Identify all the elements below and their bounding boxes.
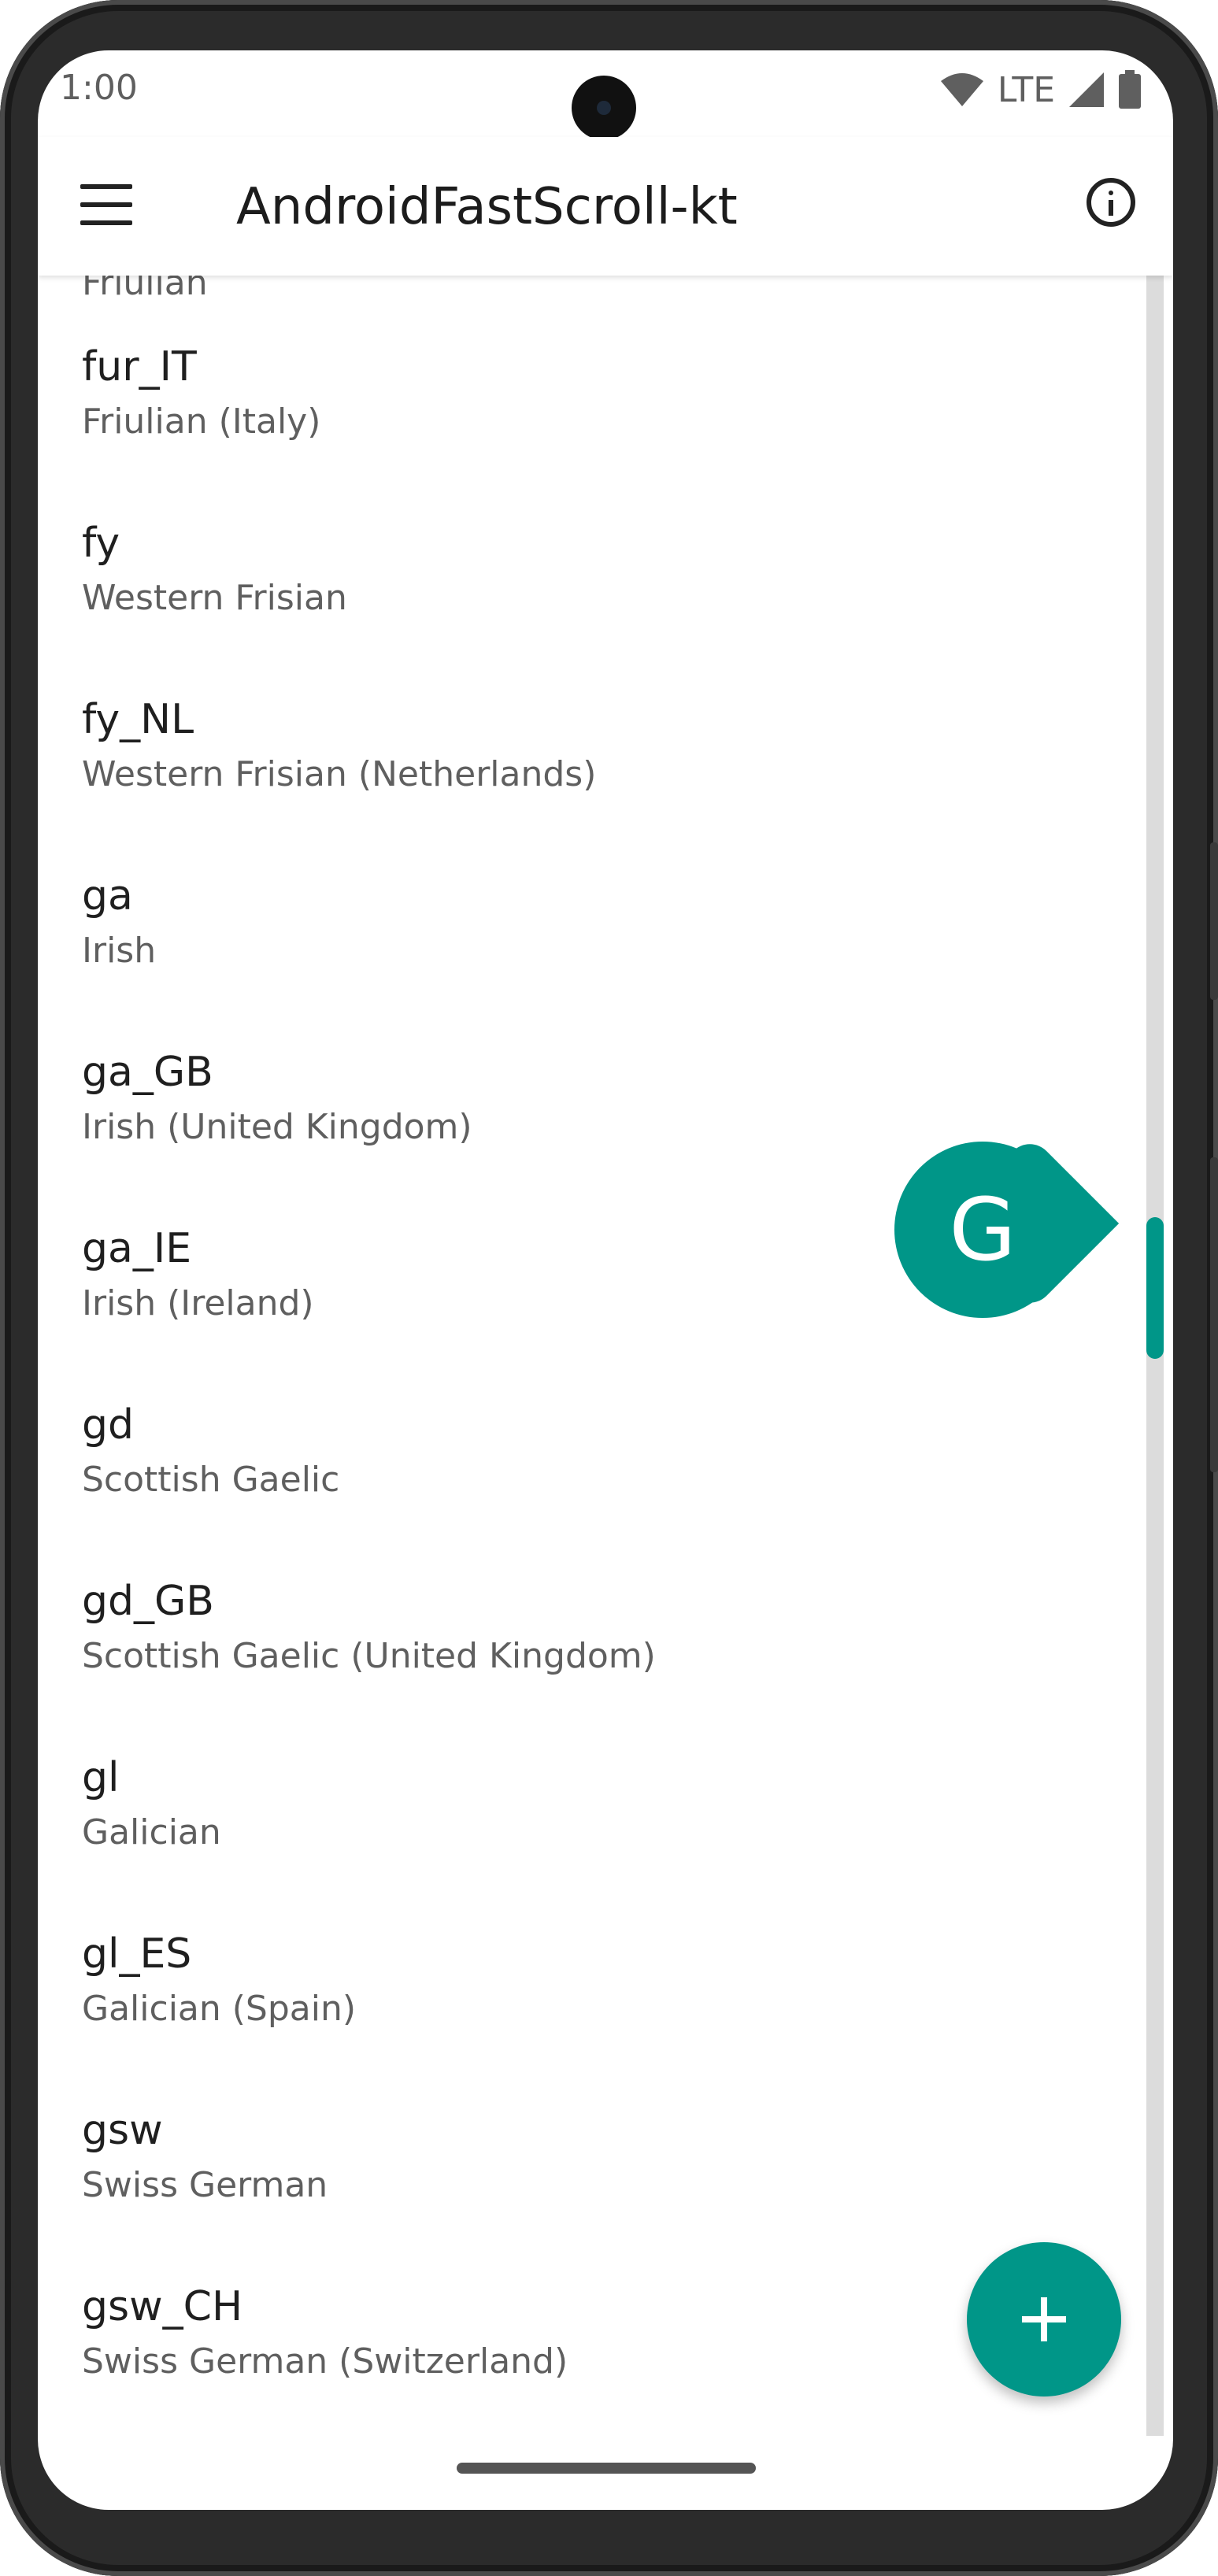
scrollbar-thumb[interactable]	[1146, 1217, 1164, 1359]
list-item[interactable]: gd_GB Scottish Gaelic (United Kingdom)	[38, 1510, 1140, 1686]
list-item-code: gd	[82, 1401, 135, 1449]
list-item-code: fy_NL	[82, 696, 194, 743]
list-item-name: Western Frisian	[82, 578, 347, 618]
list-item[interactable]: ga_GB Irish (United Kingdom)	[38, 981, 1140, 1157]
status-time: 1:00	[60, 68, 138, 108]
list-item-code: ga_IE	[82, 1225, 192, 1272]
front-camera	[572, 76, 636, 140]
list-item[interactable]: fur_IT Friulian (Italy)	[38, 276, 1140, 452]
volume-button	[1210, 1157, 1218, 1472]
list-item-code: gl	[82, 1754, 120, 1801]
list-item-code: gd_GB	[82, 1578, 214, 1625]
list-item-name: Swiss German (Switzerland)	[82, 2341, 568, 2382]
list-item[interactable]: fy_NL Western Frisian (Netherlands)	[38, 628, 1140, 805]
signal-icon	[1069, 72, 1104, 107]
app-bar: AndroidFastScroll-kt	[38, 137, 1173, 276]
list-item-name: Galician	[82, 1812, 221, 1852]
app-title: AndroidFastScroll-kt	[236, 178, 738, 236]
list-item-code: fy	[82, 520, 120, 567]
list-item-name: Irish (Ireland)	[82, 1283, 314, 1323]
list-item-name: Irish (United Kingdom)	[82, 1107, 472, 1147]
list-item-code: gl_ES	[82, 1930, 192, 1978]
list-item[interactable]: gd Scottish Gaelic	[38, 1334, 1140, 1510]
list-item-code: fur_IT	[82, 343, 197, 390]
list-item-name: Galician (Spain)	[82, 1989, 357, 2029]
list-item-name: Scottish Gaelic	[82, 1460, 340, 1500]
list-item[interactable]: ga Irish	[38, 805, 1140, 981]
fast-scroll-popup-letter: G	[949, 1179, 1016, 1280]
battery-icon	[1119, 70, 1141, 109]
list-item[interactable]: gsw Swiss German	[38, 2039, 1140, 2215]
status-icons: LTE	[939, 66, 1142, 113]
list-item-name: Scottish Gaelic (United Kingdom)	[82, 1636, 656, 1676]
list-item[interactable]: fy Western Frisian	[38, 452, 1140, 628]
list-item-code: ga	[82, 872, 133, 920]
add-icon	[1022, 2297, 1066, 2341]
screen: 1:00 LTE AndroidFastScroll-kt Friulian f…	[38, 50, 1173, 2510]
network-type: LTE	[997, 69, 1055, 110]
list-item[interactable]: gl_ES Galician (Spain)	[38, 1863, 1140, 2039]
add-button[interactable]	[967, 2242, 1121, 2396]
status-bar: 1:00 LTE	[38, 50, 1173, 140]
list-item-code: ga_GB	[82, 1049, 213, 1096]
device-frame: 1:00 LTE AndroidFastScroll-kt Friulian f…	[0, 0, 1218, 2576]
power-button	[1210, 842, 1218, 1000]
list-item-name: Irish	[82, 931, 157, 971]
list-item[interactable]: gl Galician	[38, 1686, 1140, 1863]
info-icon[interactable]	[1087, 178, 1135, 227]
list-item-code: gsw	[82, 2107, 163, 2154]
gesture-navigation-bar[interactable]	[457, 2463, 756, 2474]
wifi-icon	[940, 73, 983, 106]
list-item-code: gsw_CH	[82, 2283, 243, 2330]
menu-icon[interactable]	[80, 184, 132, 225]
list-item-name: Friulian (Italy)	[82, 402, 321, 442]
list-item-name: Western Frisian (Netherlands)	[82, 754, 597, 794]
list-item-name: Swiss German	[82, 2165, 328, 2205]
